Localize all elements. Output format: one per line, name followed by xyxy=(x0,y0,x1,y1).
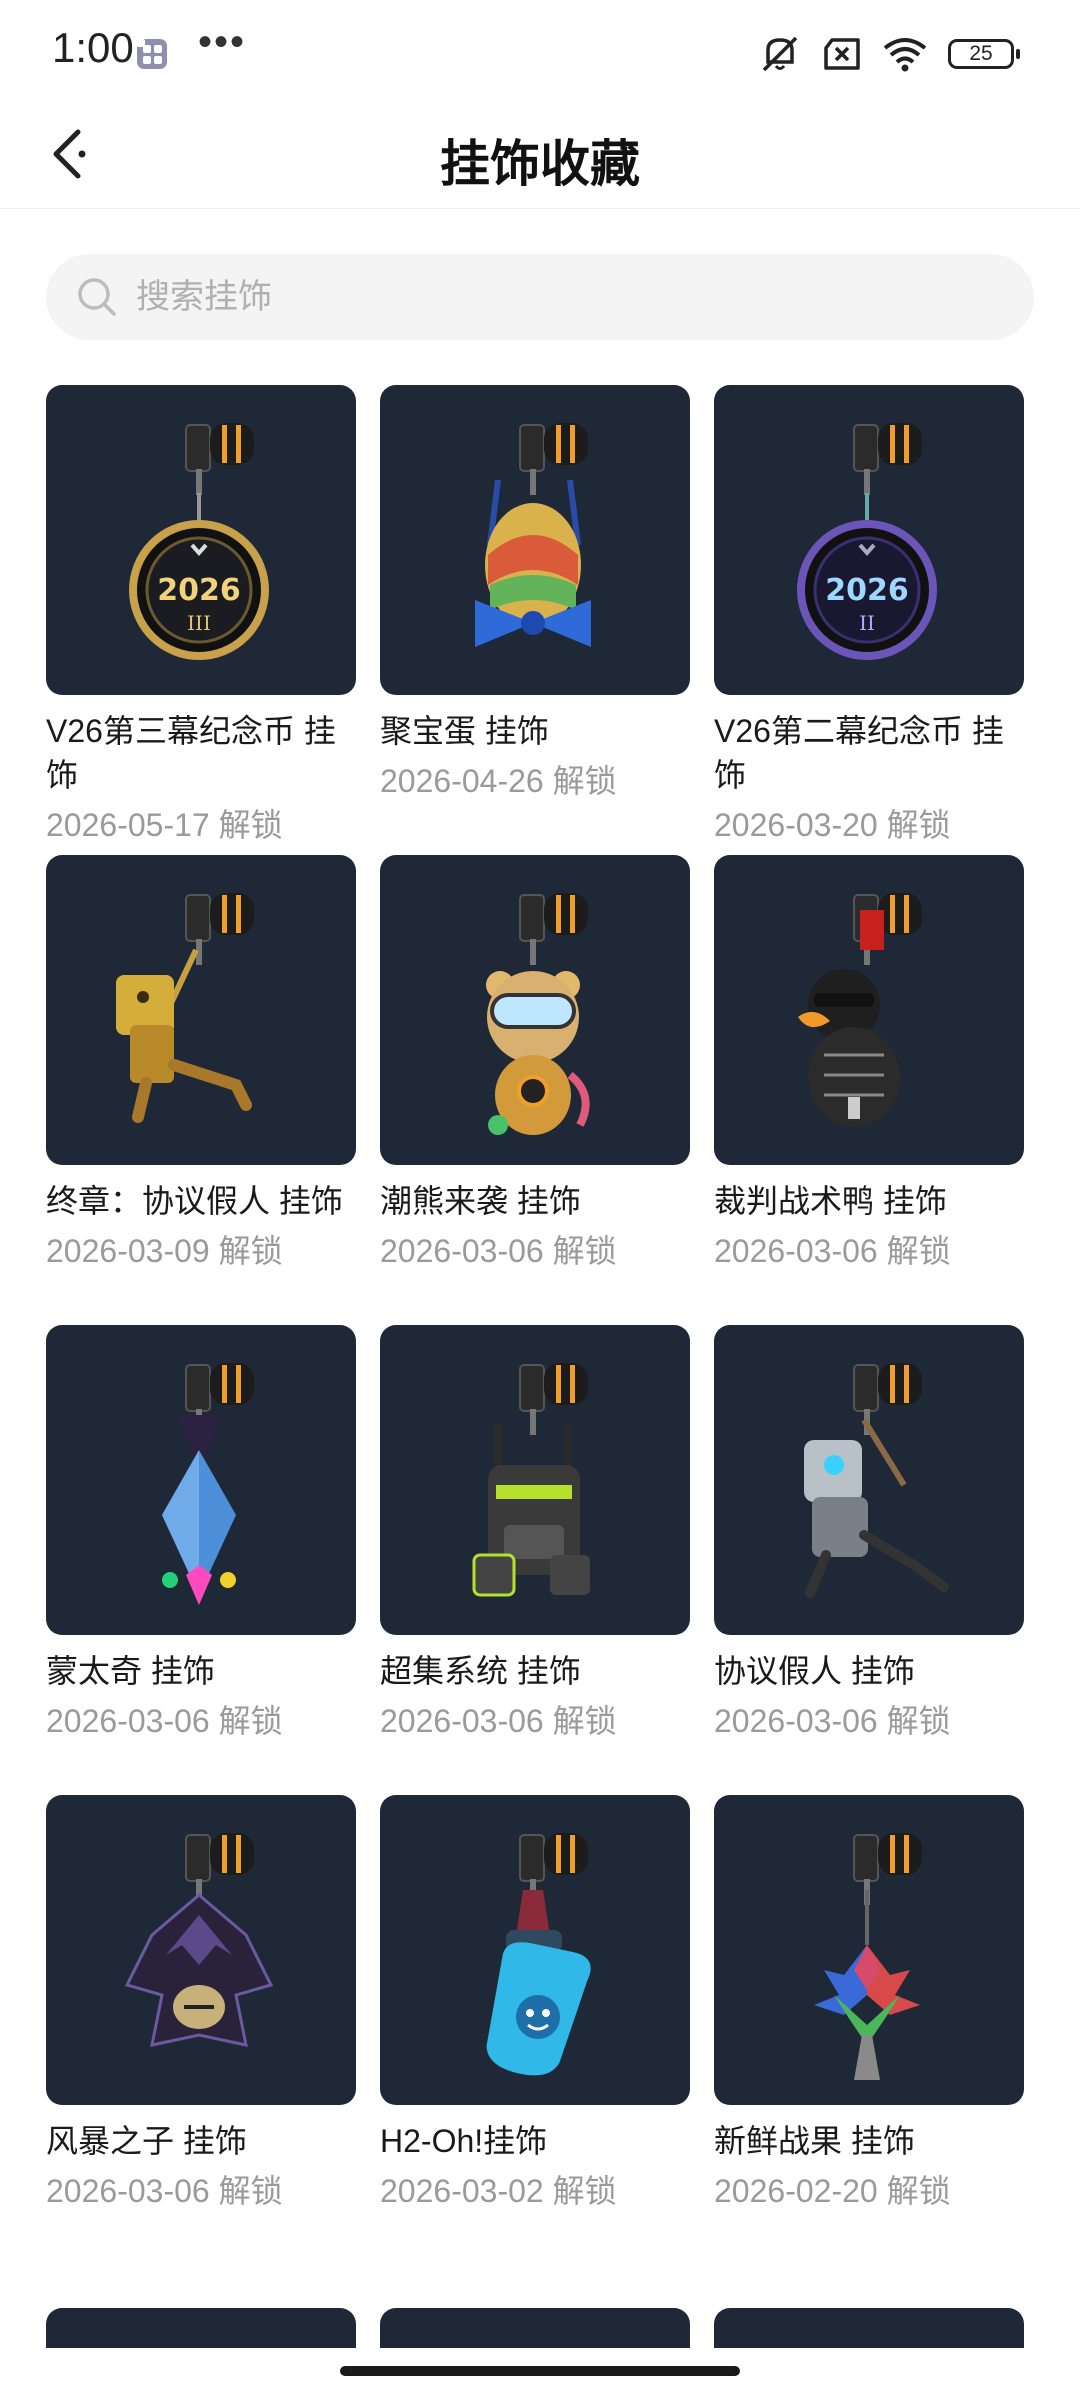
page: 1:00 ••• 25 挂饰收藏 搜索挂饰 2026 III V26第三幕纪念币… xyxy=(0,0,1080,2400)
svg-text:II: II xyxy=(859,611,875,635)
charm-name: 蒙太奇 挂饰 xyxy=(46,1653,215,1689)
charm-image xyxy=(798,893,922,1127)
charm-card[interactable]: 2026 II V26第二幕纪念币 挂饰 2026-03-20 解锁 xyxy=(714,385,1024,855)
charm-image xyxy=(472,1363,590,1597)
charm-thumbnail-partial[interactable] xyxy=(380,2308,690,2348)
svg-text:2026: 2026 xyxy=(825,573,909,608)
charm-name: V26第二幕纪念币 挂饰 xyxy=(714,713,1004,793)
charm-grid: 2026 III V26第三幕纪念币 挂饰 2026-05-17 解锁 聚宝蛋 … xyxy=(46,385,1046,2265)
charm-name: 裁判战术鸭 挂饰 xyxy=(714,1183,947,1219)
charm-image: 2026 III xyxy=(129,423,269,660)
mute-vibrate-icon xyxy=(762,36,798,72)
charm-image xyxy=(162,1363,254,1605)
unlock-date: 2026-03-09 解锁 xyxy=(46,1233,283,1269)
charm-thumbnail[interactable] xyxy=(46,1795,356,2105)
unlock-date: 2026-02-20 解锁 xyxy=(714,2173,951,2209)
charm-thumbnail[interactable]: 2026 II xyxy=(714,385,1024,695)
status-time: 1:00 xyxy=(52,24,134,71)
header: 挂饰收藏 xyxy=(0,100,1080,209)
charm-name: H2-Oh!挂饰 xyxy=(380,2123,548,2159)
app-notification-icon xyxy=(137,39,167,69)
charm-card[interactable]: H2-Oh!挂饰 2026-03-02 解锁 xyxy=(380,1795,690,2265)
no-sim-icon xyxy=(824,38,860,70)
charm-thumbnail[interactable] xyxy=(714,855,1024,1165)
unlock-date: 2026-05-17 解锁 xyxy=(46,807,283,843)
charm-image xyxy=(804,1363,949,1598)
charm-image xyxy=(486,1833,591,2076)
charm-card[interactable]: 聚宝蛋 挂饰 2026-04-26 解锁 xyxy=(380,385,690,855)
home-indicator[interactable] xyxy=(340,2366,740,2376)
charm-image xyxy=(814,1833,922,2080)
charm-card[interactable]: 新鲜战果 挂饰 2026-02-20 解锁 xyxy=(714,1795,1024,2265)
page-title: 挂饰收藏 xyxy=(440,136,640,192)
unlock-date: 2026-03-06 解锁 xyxy=(714,1233,951,1269)
charm-name: 超集系统 挂饰 xyxy=(380,1653,581,1689)
charm-image xyxy=(124,1833,274,2047)
charm-image xyxy=(486,893,590,1135)
charm-name: V26第三幕纪念币 挂饰 xyxy=(46,713,336,793)
svg-text:2026: 2026 xyxy=(157,573,241,608)
unlock-date: 2026-03-06 解锁 xyxy=(380,1703,617,1739)
charm-thumbnail-partial[interactable] xyxy=(46,2308,356,2348)
charm-card[interactable]: 终章：协议假人 挂饰 2026-03-09 解锁 xyxy=(46,855,356,1325)
unlock-date: 2026-03-06 解锁 xyxy=(46,2173,283,2209)
charm-image xyxy=(116,893,254,1123)
unlock-date: 2026-03-06 解锁 xyxy=(380,1233,617,1269)
svg-text:III: III xyxy=(187,611,211,635)
search-icon xyxy=(74,274,120,320)
charm-name: 潮熊来袭 挂饰 xyxy=(380,1183,581,1219)
wifi-icon xyxy=(883,38,927,72)
charm-thumbnail[interactable] xyxy=(380,1325,690,1635)
unlock-date: 2026-03-06 解锁 xyxy=(46,1703,283,1739)
charm-name: 风暴之子 挂饰 xyxy=(46,2123,247,2159)
charm-thumbnail[interactable] xyxy=(380,855,690,1165)
charm-card[interactable]: 潮熊来袭 挂饰 2026-03-06 解锁 xyxy=(380,855,690,1325)
next-row-partial xyxy=(46,2308,1046,2348)
unlock-date: 2026-03-20 解锁 xyxy=(714,807,951,843)
search-input[interactable] xyxy=(134,276,998,318)
charm-image xyxy=(475,423,591,647)
charm-thumbnail[interactable] xyxy=(380,385,690,695)
charm-name: 终章：协议假人 挂饰 xyxy=(46,1183,343,1219)
charm-card[interactable]: 协议假人 挂饰 2026-03-06 解锁 xyxy=(714,1325,1024,1795)
charm-thumbnail[interactable] xyxy=(46,855,356,1165)
charm-thumbnail[interactable] xyxy=(714,1795,1024,2105)
charm-name: 新鲜战果 挂饰 xyxy=(714,2123,915,2159)
search-bar[interactable] xyxy=(46,254,1034,340)
unlock-date: 2026-04-26 解锁 xyxy=(380,763,617,799)
charm-image: 2026 II xyxy=(797,423,937,660)
charm-card[interactable]: 蒙太奇 挂饰 2026-03-06 解锁 xyxy=(46,1325,356,1795)
unlock-date: 2026-03-06 解锁 xyxy=(714,1703,951,1739)
charm-card[interactable]: 超集系统 挂饰 2026-03-06 解锁 xyxy=(380,1325,690,1795)
charm-thumbnail[interactable] xyxy=(380,1795,690,2105)
charm-card[interactable]: 风暴之子 挂饰 2026-03-06 解锁 xyxy=(46,1795,356,2265)
charm-thumbnail-partial[interactable] xyxy=(714,2308,1024,2348)
more-notifications-icon: ••• xyxy=(198,20,247,64)
charm-name: 聚宝蛋 挂饰 xyxy=(380,713,549,749)
unlock-date: 2026-03-02 解锁 xyxy=(380,2173,617,2209)
charm-thumbnail[interactable]: 2026 III xyxy=(46,385,356,695)
charm-thumbnail[interactable] xyxy=(46,1325,356,1635)
charm-card[interactable]: 2026 III V26第三幕纪念币 挂饰 2026-05-17 解锁 xyxy=(46,385,356,855)
status-bar: 1:00 ••• 25 xyxy=(0,0,1080,100)
status-icons: 25 xyxy=(758,30,1020,78)
battery-icon: 25 xyxy=(948,39,1020,69)
charm-name: 协议假人 挂饰 xyxy=(714,1653,915,1689)
charm-thumbnail[interactable] xyxy=(714,1325,1024,1635)
charm-card[interactable]: 裁判战术鸭 挂饰 2026-03-06 解锁 xyxy=(714,855,1024,1325)
